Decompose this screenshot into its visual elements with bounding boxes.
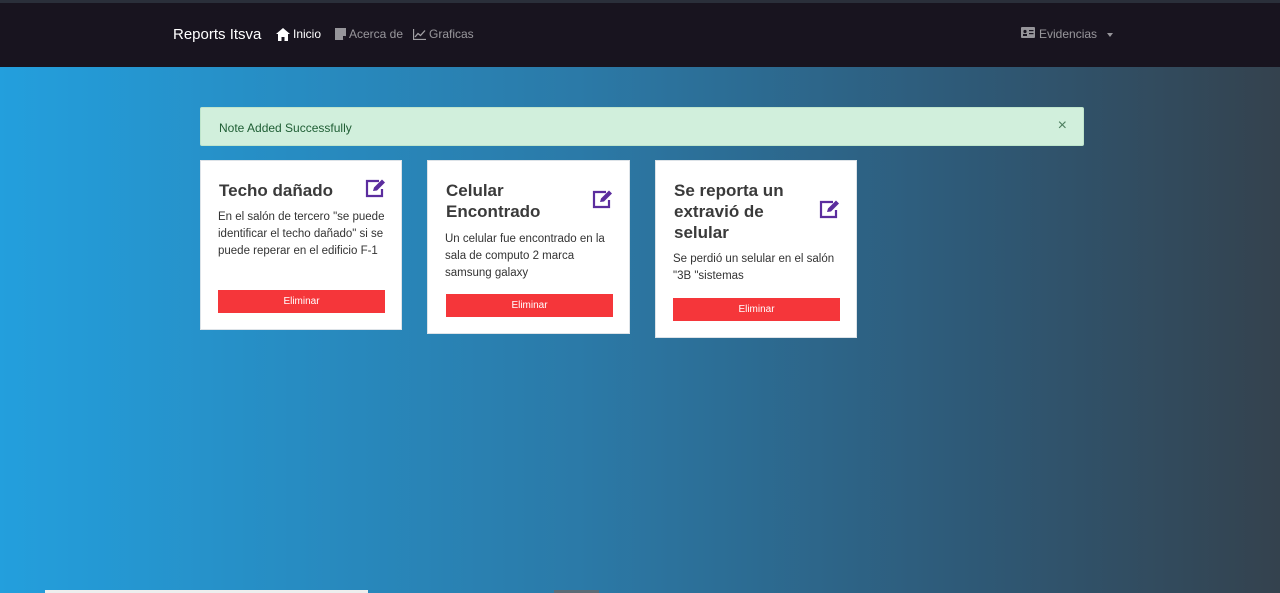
edit-icon[interactable] bbox=[819, 200, 840, 224]
chart-icon bbox=[413, 28, 426, 40]
success-alert: Note Added Successfully × bbox=[200, 107, 1084, 146]
nav-item-label: Inicio bbox=[293, 27, 322, 41]
delete-button[interactable]: Eliminar bbox=[446, 294, 613, 317]
note-body: Un celular fue encontrado en la sala de … bbox=[445, 233, 605, 279]
caret-down-icon bbox=[1107, 32, 1114, 37]
nav-item-label: Acerca de bbox=[349, 27, 404, 41]
note-card: Celular Encontrado Un celular fue encont… bbox=[427, 160, 630, 334]
id-card-icon bbox=[1021, 27, 1035, 41]
delete-button[interactable]: Eliminar bbox=[673, 298, 840, 321]
brand-link[interactable]: Reports Itsva bbox=[173, 26, 261, 43]
edit-icon[interactable] bbox=[365, 179, 386, 203]
note-icon bbox=[335, 28, 346, 40]
note-title: Se reporta un extravió de selular bbox=[674, 181, 784, 242]
nav-item-label: Graficas bbox=[429, 27, 474, 41]
edit-icon[interactable] bbox=[592, 190, 613, 214]
nav-item-graficas[interactable]: Graficas bbox=[413, 27, 474, 41]
close-icon[interactable]: × bbox=[1058, 118, 1067, 134]
evidencias-dropdown[interactable]: Evidencias bbox=[1021, 27, 1114, 41]
note-card: Techo dañado En el salón de tercero "se … bbox=[200, 160, 402, 330]
nav-item-inicio[interactable]: Inicio bbox=[276, 27, 321, 41]
home-icon bbox=[276, 27, 290, 41]
note-body: Se perdió un selular en el salón "3B "si… bbox=[673, 253, 835, 282]
dropdown-label: Evidencias bbox=[1039, 27, 1098, 41]
note-card: Se reporta un extravió de selular Se per… bbox=[655, 160, 857, 338]
delete-button[interactable]: Eliminar bbox=[218, 290, 385, 313]
note-title: Celular Encontrado bbox=[446, 181, 541, 221]
nav-item-acerca[interactable]: Acerca de bbox=[335, 27, 403, 41]
alert-message: Note Added Successfully bbox=[219, 121, 352, 135]
note-body: En el salón de tercero "se puede identif… bbox=[218, 211, 385, 257]
navbar: Reports Itsva Inicio Acerca de Graficas … bbox=[0, 3, 1280, 67]
note-title: Techo dañado bbox=[219, 181, 333, 200]
